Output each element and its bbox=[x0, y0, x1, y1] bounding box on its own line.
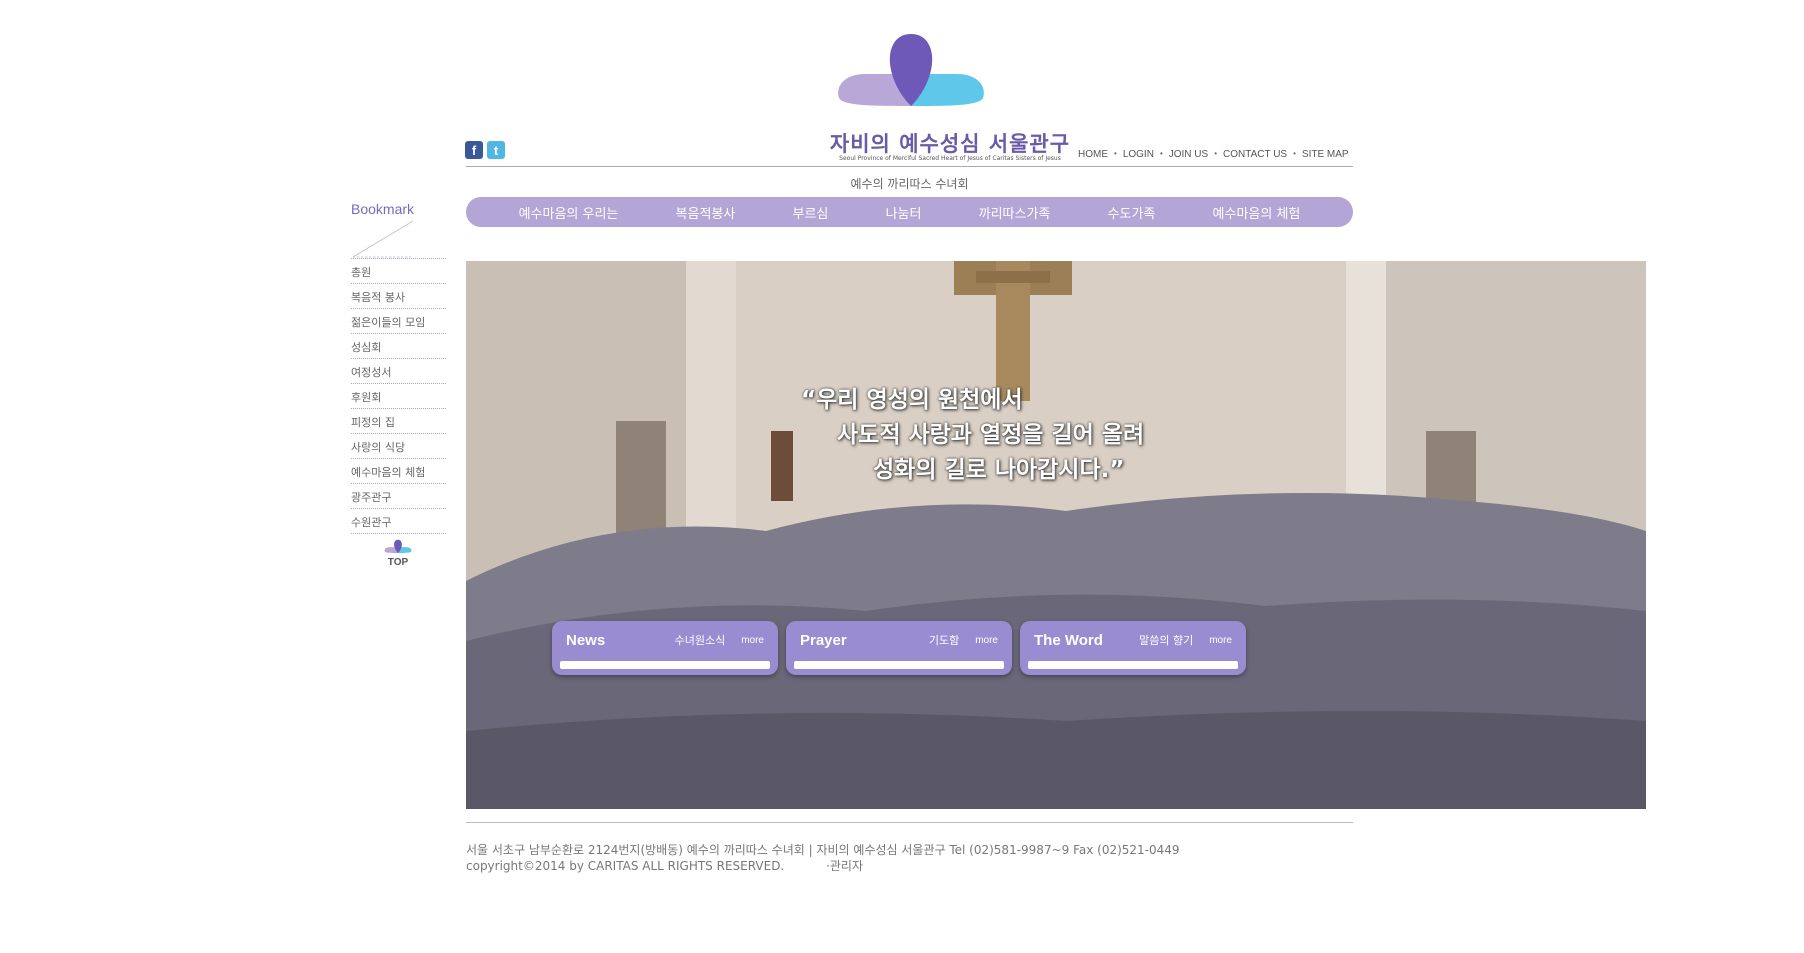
sidebar-item-sacred-heart[interactable]: 성심회 bbox=[351, 334, 446, 359]
news-title: News bbox=[566, 631, 606, 649]
hero-quote: “우리 영성의 원천에서 사도적 사랑과 열정을 길어 올려 성화의 길로 나아… bbox=[801, 383, 1221, 488]
sidebar-item-suwon[interactable]: 수원관구 bbox=[351, 509, 446, 534]
footer-copyright: copyright©2014 by CARITAS ALL RIGHTS RES… bbox=[466, 859, 785, 873]
top-label: TOP bbox=[387, 557, 409, 568]
church-photo bbox=[466, 261, 1646, 809]
mini-logo-icon bbox=[384, 539, 412, 553]
news-subtitle: 수녀원소식 bbox=[674, 634, 726, 647]
sidebar-item-evangelical-service[interactable]: 복음적 봉사 bbox=[351, 284, 446, 309]
separator-dot: • bbox=[1159, 149, 1163, 158]
word-subtitle: 말씀의 향기 bbox=[1139, 634, 1194, 647]
congregation-tagline: 예수의 까리따스 수녀회 bbox=[850, 177, 969, 191]
sidebar-item-retreat-house[interactable]: 피정의 집 bbox=[351, 409, 446, 434]
prayer-bar bbox=[794, 661, 1004, 669]
sidebar-menu: 총원 복음적 봉사 젊은이들의 모임 성심회 여정성서 후원회 피정의 집 사랑… bbox=[351, 258, 446, 534]
admin-link[interactable]: ·관리자 bbox=[826, 859, 863, 873]
nav-item-service[interactable]: 복음적봉사 bbox=[676, 203, 736, 222]
sidebar-item-restaurant[interactable]: 사랑의 식당 bbox=[351, 434, 446, 459]
site-logo[interactable] bbox=[835, 30, 987, 106]
main-nav: 예수마음의 우리는 복음적봉사 부르심 나눔터 까리따스가족 수도가족 예수마음… bbox=[466, 197, 1353, 227]
sidebar-item-youth[interactable]: 젊은이들의 모임 bbox=[351, 309, 446, 334]
nav-item-family[interactable]: 까리따스가족 bbox=[979, 203, 1051, 222]
separator-dot: • bbox=[1114, 149, 1117, 158]
news-bar bbox=[560, 661, 770, 669]
prayer-subtitle: 기도함 bbox=[928, 634, 960, 647]
word-more-link[interactable]: more bbox=[1209, 635, 1232, 646]
word-title: The Word bbox=[1034, 631, 1103, 649]
bookmark-title: Bookmark bbox=[351, 201, 415, 217]
social-links: f t bbox=[465, 141, 505, 159]
nav-item-about[interactable]: 예수마음의 우리는 bbox=[519, 203, 619, 222]
quote-line-1: “우리 영성의 원천에서 bbox=[801, 387, 1023, 413]
sidebar-item-gwangju[interactable]: 광주관구 bbox=[351, 484, 446, 509]
footer-copyright-row: copyright©2014 by CARITAS ALL RIGHTS RES… bbox=[466, 857, 863, 874]
footer-divider bbox=[466, 822, 1353, 823]
footer-address: 서울 서초구 남부순환로 2124번지(방배동) 예수의 까리따스 수녀회 | … bbox=[466, 843, 1180, 857]
prayer-more-link[interactable]: more bbox=[975, 635, 998, 646]
sidebar-item-bible-journey[interactable]: 여정성서 bbox=[351, 359, 446, 384]
sidebar-item-general[interactable]: 총원 bbox=[351, 258, 446, 284]
separator-dot: • bbox=[1214, 149, 1218, 158]
home-link[interactable]: HOME bbox=[1078, 149, 1108, 160]
header-divider bbox=[466, 166, 1353, 167]
sitemap-link[interactable]: SITE MAP bbox=[1302, 149, 1349, 160]
news-box: News 수녀원소식 more bbox=[552, 621, 778, 675]
nav-item-religious-family[interactable]: 수도가족 bbox=[1108, 203, 1156, 222]
bookmark-decoration bbox=[352, 220, 414, 258]
quote-line-2: 사도적 사랑과 열정을 길어 올려 bbox=[837, 422, 1145, 448]
contact-link[interactable]: CONTACT US bbox=[1223, 149, 1287, 160]
nav-item-experience[interactable]: 예수마음의 체험 bbox=[1213, 203, 1301, 222]
quote-line-3: 성화의 길로 나아갑시다.” bbox=[873, 457, 1125, 483]
facebook-icon[interactable]: f bbox=[465, 141, 483, 159]
news-more-link[interactable]: more bbox=[741, 635, 764, 646]
login-link[interactable]: LOGIN bbox=[1123, 149, 1154, 160]
separator-dot: • bbox=[1293, 149, 1296, 158]
nav-item-sharing[interactable]: 나눔터 bbox=[886, 203, 922, 222]
nav-item-vocation[interactable]: 부르심 bbox=[793, 203, 829, 222]
top-links: HOME • LOGIN • JOIN US • CONTACT US • SITE M… bbox=[1078, 149, 1349, 160]
join-link[interactable]: JOIN US bbox=[1169, 149, 1208, 160]
prayer-title: Prayer bbox=[800, 631, 847, 649]
word-bar bbox=[1028, 661, 1238, 669]
word-box: The Word 말씀의 향기 more bbox=[1020, 621, 1246, 675]
hero-image: “우리 영성의 원천에서 사도적 사랑과 열정을 길어 올려 성화의 길로 나아… bbox=[466, 261, 1646, 809]
top-button[interactable]: TOP bbox=[380, 538, 416, 568]
twitter-icon[interactable]: t bbox=[487, 141, 505, 159]
sidebar-item-supporters[interactable]: 후원회 bbox=[351, 384, 446, 409]
sidebar-item-experience[interactable]: 예수마음의 체험 bbox=[351, 459, 446, 484]
prayer-box: Prayer 기도함 more bbox=[786, 621, 1012, 675]
